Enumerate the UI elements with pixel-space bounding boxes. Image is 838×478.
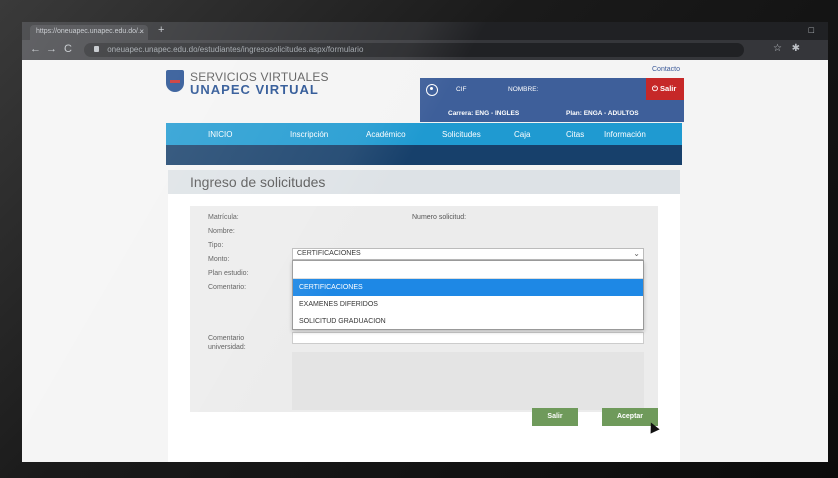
plan-text: Plan: ENGA - ADULTOS — [566, 110, 639, 117]
nav-item-informacion[interactable]: Información — [604, 130, 646, 139]
logout-button[interactable]: ⏻ Salir — [646, 78, 684, 100]
extensions-icon[interactable]: ✱ — [792, 43, 800, 54]
browser-tab[interactable]: https://oneuapec.unapec.edu.do/... × — [30, 25, 148, 40]
user-icon — [426, 84, 438, 96]
back-icon[interactable]: ← — [30, 43, 41, 55]
screen: https://oneuapec.unapec.edu.do/... × + □… — [22, 22, 828, 462]
dropdown-option[interactable]: EXAMENES DIFERIDOS — [293, 296, 643, 313]
close-icon[interactable]: × — [139, 27, 144, 36]
user-id-label: CIF — [456, 86, 467, 93]
address-bar[interactable]: oneuapec.unapec.edu.do/estudiantes/ingre… — [84, 43, 744, 57]
nav-item-inscripcion[interactable]: Inscripción — [290, 130, 328, 139]
carrera-text: Carrera: ENG - INGLES — [448, 110, 520, 117]
dropdown-search-input[interactable] — [293, 261, 643, 279]
dropdown-option[interactable]: CERTIFICACIONES — [293, 279, 643, 296]
user-info-panel: CIF NOMBRE: Carrera: ENG - INGLES Plan: … — [420, 78, 684, 122]
bookmark-star-icon[interactable]: ☆ — [773, 43, 782, 54]
page-title: Ingreso de solicitudes — [190, 174, 326, 190]
nav-item-solicitudes[interactable]: Solicitudes — [442, 130, 481, 139]
comentario-label: Comentario: — [208, 284, 247, 291]
comentario-universidad-field — [292, 352, 644, 410]
new-tab-icon[interactable]: + — [158, 24, 164, 36]
monitor-bezel: https://oneuapec.unapec.edu.do/... × + □… — [0, 0, 838, 478]
tipo-dropdown-list: CERTIFICACIONES EXAMENES DIFERIDOS SOLIC… — [292, 260, 644, 330]
logout-icon: ⏻ — [652, 84, 661, 93]
comentario-input[interactable] — [292, 332, 644, 344]
salir-button[interactable]: Salir — [532, 408, 578, 426]
numero-solicitud-label: Numero solicitud: — [412, 214, 467, 221]
monto-label: Monto: — [208, 256, 230, 263]
reload-icon[interactable]: C — [64, 43, 72, 55]
plan-estudio-label: Plan estudio: — [208, 270, 249, 277]
request-form: Matrícula: Numero solicitud: Nombre: Tip… — [190, 206, 658, 412]
nombre-label: Nombre: — [208, 228, 235, 235]
tipo-select[interactable]: CERTIFICACIONES ⌄ — [292, 248, 644, 260]
nav-item-citas[interactable]: Citas — [566, 130, 584, 139]
tab-title: https://oneuapec.unapec.edu.do/... — [36, 28, 144, 35]
dropdown-option[interactable]: SOLICITUD GRADUACION — [293, 313, 643, 330]
contact-link[interactable]: Contacto — [652, 66, 680, 73]
sub-nav — [166, 145, 682, 165]
tipo-select-value: CERTIFICACIONES — [297, 250, 361, 257]
tipo-label: Tipo: — [208, 242, 224, 249]
nav-item-academico[interactable]: Académico — [366, 130, 406, 139]
matricula-label: Matrícula: — [208, 214, 239, 221]
browser-toolbar: ← → C oneuapec.unapec.edu.do/estudiantes… — [22, 40, 828, 60]
logo-bottom-text: UNAPEC VIRTUAL — [190, 82, 319, 97]
user-name-label: NOMBRE: — [508, 86, 539, 93]
lock-icon — [94, 46, 99, 52]
maximize-icon[interactable]: □ — [809, 25, 814, 35]
browser-tabbar: https://oneuapec.unapec.edu.do/... × + □ — [22, 22, 828, 40]
comentario-universidad-label: Comentario universidad: — [208, 335, 246, 351]
chevron-down-icon: ⌄ — [633, 249, 640, 258]
page-title-bar: Ingreso de solicitudes — [168, 170, 680, 194]
main-nav: INICIO Inscripción Académico Solicitudes… — [166, 123, 682, 145]
logout-label: Salir — [660, 84, 677, 93]
nav-item-inicio[interactable]: INICIO — [208, 130, 232, 139]
forward-icon[interactable]: → — [46, 43, 57, 55]
shield-icon — [166, 70, 184, 92]
url-text: oneuapec.unapec.edu.do/estudiantes/ingre… — [107, 45, 364, 54]
nav-item-caja[interactable]: Caja — [514, 130, 530, 139]
